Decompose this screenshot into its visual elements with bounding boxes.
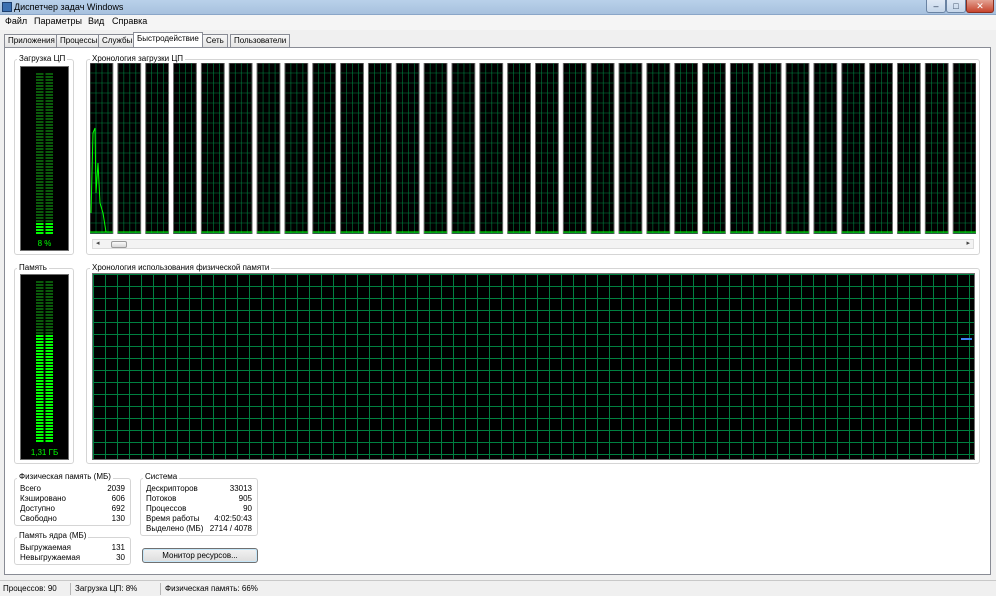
stat-nonpaged-value: 30 [90,553,125,562]
cpu-core-graph [368,63,391,234]
menu-help[interactable]: Справка [112,16,147,26]
cpu-history-label: Хронология загрузки ЦП [90,54,185,63]
status-separator [160,583,161,595]
cpu-core-graph [786,63,809,234]
cpu-core-graph [536,63,559,234]
memory-history-graph [92,273,975,460]
memory-value: 1,31 ГБ [21,448,68,457]
status-processes: Процессов: 90 [3,584,57,593]
stat-threads-value: 905 [200,494,252,503]
stat-processes-value: 90 [200,504,252,513]
memory-label: Память [17,263,49,272]
cpu-core-graph [953,63,976,234]
memory-history-label: Хронология использования физической памя… [90,263,271,272]
resource-monitor-button[interactable]: Монитор ресурсов... [142,548,258,563]
cpu-core-graph [341,63,364,234]
stat-handles-value: 33013 [200,484,252,493]
scroll-thumb[interactable] [111,241,127,248]
cpu-core-graph [396,63,419,234]
cpu-core-graph [257,63,280,234]
minimize-button[interactable]: – [926,0,946,13]
cpu-core-graph [925,63,948,234]
stat-cached-value: 606 [90,494,125,503]
status-bar: Процессов: 90 Загрузка ЦП: 8% Физическая… [0,580,996,596]
stat-commit-value: 2714 / 4078 [200,524,252,533]
cpu-core-graph [563,63,586,234]
cpu-core-graph [675,63,698,234]
stat-uptime-value: 4:02:50:43 [200,514,252,523]
cpu-core-graph [619,63,642,234]
stat-total-label: Всего [20,484,41,493]
physical-memory-label: Физическая память (МБ) [17,472,113,481]
stat-paged-label: Выгружаемая [20,543,71,552]
scroll-left-arrow[interactable]: ◂ [96,239,100,247]
menu-options[interactable]: Параметры [34,16,82,26]
stat-free-value: 130 [90,514,125,523]
stat-total-value: 2039 [90,484,125,493]
system-label: Система [143,472,179,481]
cpu-core-graph [703,63,726,234]
cpu-usage-meter: 8 % [20,66,69,251]
cpu-core-graph [229,63,252,234]
cpu-core-graph [647,63,670,234]
stat-available-label: Доступно [20,504,55,513]
status-cpu: Загрузка ЦП: 8% [75,584,137,593]
tab-services[interactable]: Службы [98,34,136,47]
tab-network[interactable]: Сеть [202,34,228,47]
cpu-core-graph [730,63,753,234]
cpu-core-graph [174,63,197,234]
cpu-core-graph [452,63,475,234]
cpu-core-graph [870,63,893,234]
title-bar: Диспетчер задач Windows – □ ✕ [0,0,996,15]
stat-cached-label: Кэшировано [20,494,66,503]
cpu-core-graph [118,63,141,234]
cpu-usage-value: 8 % [21,239,68,248]
close-button[interactable]: ✕ [966,0,994,13]
menu-bar: Файл Параметры Вид Справка [0,15,996,30]
status-memory: Физическая память: 66% [165,584,258,593]
cpu-core-graph [201,63,224,234]
kernel-memory-label: Память ядра (МБ) [17,531,88,540]
cpu-usage-label: Загрузка ЦП [17,54,67,63]
cpu-core-graph [146,63,169,234]
stat-free-label: Свободно [20,514,57,523]
cpu-core-graph [313,63,336,234]
cpu-usage-bar [36,73,53,235]
cpu-core-graph [508,63,531,234]
cpu-core-graph [814,63,837,234]
window-title: Диспетчер задач Windows [14,2,123,12]
cpu-core-graph [424,63,447,234]
stat-handles-label: Дескрипторов [146,484,198,493]
memory-bar [36,281,53,444]
tab-performance[interactable]: Быстродействие [133,32,203,47]
cpu-core-graph [758,63,781,234]
stat-uptime-label: Время работы [146,514,199,523]
cpu-history-graphs [90,63,976,234]
tab-users[interactable]: Пользователи [230,34,290,47]
maximize-button[interactable]: □ [946,0,966,13]
cpu-core-graph [591,63,614,234]
cpu-core-graph [842,63,865,234]
cpu-core-graphs [90,63,976,234]
menu-view[interactable]: Вид [88,16,104,26]
stat-threads-label: Потоков [146,494,176,503]
stat-paged-value: 131 [90,543,125,552]
cpu-core-graph [480,63,503,234]
menu-file[interactable]: Файл [5,16,27,26]
cpu-history-scrollbar[interactable]: ◂ ▸ [92,239,974,249]
stat-nonpaged-label: Невыгружаемая [20,553,80,562]
cpu-core-graph [897,63,920,234]
task-manager-icon [2,2,12,12]
memory-history-line [961,338,972,340]
stat-processes-label: Процессов [146,504,186,513]
stat-commit-label: Выделено (МБ) [146,524,203,533]
memory-meter: 1,31 ГБ [20,274,69,460]
cpu-core-graph [285,63,308,234]
tab-processes[interactable]: Процессы [56,34,101,47]
scroll-right-arrow[interactable]: ▸ [966,239,970,247]
status-separator [70,583,71,595]
stat-available-value: 692 [90,504,125,513]
tab-applications[interactable]: Приложения [4,34,59,47]
